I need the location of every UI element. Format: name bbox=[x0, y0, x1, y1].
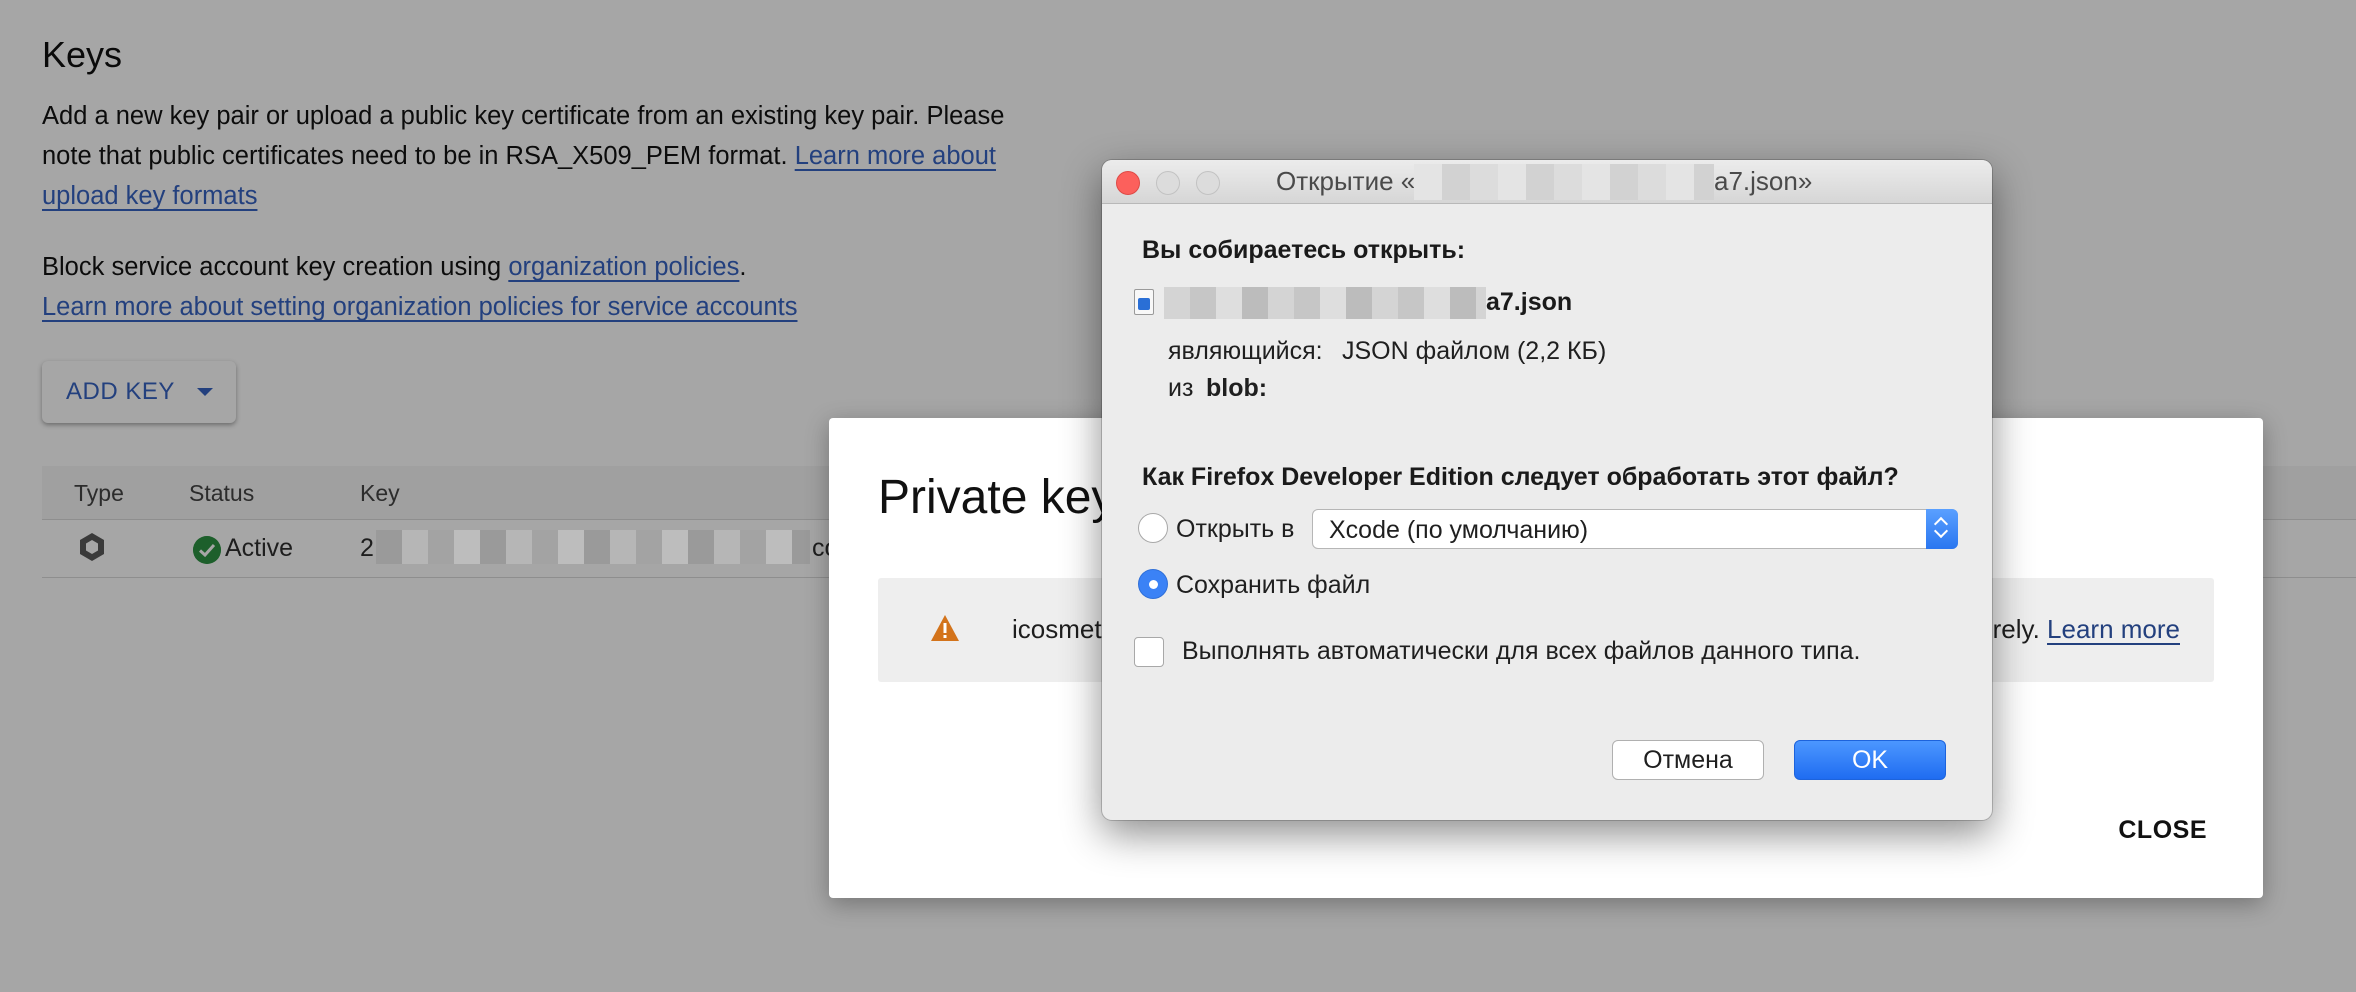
status-text: Active bbox=[225, 534, 294, 562]
policy-paragraph: Block service account key creation using… bbox=[42, 247, 1042, 327]
file-json-icon bbox=[1134, 289, 1154, 315]
file-source-value: blob: bbox=[1206, 374, 1268, 402]
close-button[interactable]: CLOSE bbox=[2118, 816, 2207, 845]
handling-question: Как Firefox Developer Edition следует об… bbox=[1142, 463, 1899, 491]
open-with-app-value: Xcode (по умолчанию) bbox=[1329, 516, 1589, 544]
intro-paragraph: Add a new key pair or upload a public ke… bbox=[42, 96, 1042, 216]
open-heading: Вы собираетесь открыть: bbox=[1142, 236, 1466, 264]
ok-button[interactable]: OK bbox=[1794, 740, 1946, 780]
firefox-open-dialog: Открытие « a7.json» Вы собираетесь откры… bbox=[1102, 160, 1992, 820]
redacted-file-name bbox=[1164, 287, 1486, 319]
page-title: Keys bbox=[42, 34, 123, 75]
open-with-radio[interactable] bbox=[1138, 513, 1168, 543]
warning-text-tail: urely. Learn more bbox=[1978, 614, 2180, 645]
add-key-label: ADD KEY bbox=[66, 378, 175, 405]
dialog-title-prefix: Открытие « bbox=[1276, 166, 1416, 196]
dialog-title-suffix: a7.json» bbox=[1714, 166, 1813, 196]
window-minimize-button[interactable] bbox=[1156, 171, 1180, 195]
open-with-app-select[interactable]: Xcode (по умолчанию) bbox=[1312, 509, 1958, 549]
org-policy-learn-more-link[interactable]: Learn more about setting organization po… bbox=[42, 293, 798, 321]
policy-period: . bbox=[739, 253, 747, 281]
auto-action-label[interactable]: Выполнять автоматически для всех файлов … bbox=[1182, 637, 1860, 666]
file-source-label: из bbox=[1168, 374, 1194, 402]
redacted-filename bbox=[1414, 164, 1714, 200]
redacted-key-id bbox=[376, 530, 810, 564]
warning-icon bbox=[931, 615, 959, 641]
window-zoom-button[interactable] bbox=[1196, 171, 1220, 195]
key-id-prefix: 2 bbox=[360, 534, 374, 562]
policy-text: Block service account key creation using bbox=[42, 253, 509, 281]
column-header-type[interactable]: Type bbox=[74, 480, 124, 507]
auto-action-checkbox[interactable] bbox=[1134, 637, 1164, 667]
column-header-key[interactable]: Key bbox=[360, 480, 400, 507]
window-close-button[interactable] bbox=[1116, 171, 1140, 195]
private-key-dialog-title: Private key bbox=[878, 471, 1116, 524]
stepper-icon bbox=[1926, 509, 1958, 549]
file-name-suffix: a7.json bbox=[1486, 288, 1573, 316]
organization-policies-link[interactable]: organization policies bbox=[508, 253, 739, 281]
status-check-icon bbox=[193, 536, 221, 564]
cancel-button[interactable]: Отмена bbox=[1612, 740, 1764, 780]
dialog-titlebar: Открытие « a7.json» bbox=[1102, 160, 1992, 204]
save-file-label[interactable]: Сохранить файл bbox=[1176, 571, 1370, 600]
learn-more-link[interactable]: Learn more bbox=[2047, 614, 2180, 644]
file-type-label: являющийся: bbox=[1168, 337, 1323, 365]
add-key-button[interactable]: ADD KEY bbox=[42, 361, 236, 423]
column-header-status[interactable]: Status bbox=[189, 480, 254, 507]
save-file-radio[interactable] bbox=[1138, 569, 1168, 599]
chevron-down-icon bbox=[196, 388, 213, 396]
warning-text: icosmet bbox=[1012, 614, 1102, 644]
type-icon bbox=[80, 533, 104, 561]
file-type-value: JSON файлом (2,2 КБ) bbox=[1342, 337, 1607, 365]
open-with-label[interactable]: Открыть в bbox=[1176, 515, 1294, 544]
